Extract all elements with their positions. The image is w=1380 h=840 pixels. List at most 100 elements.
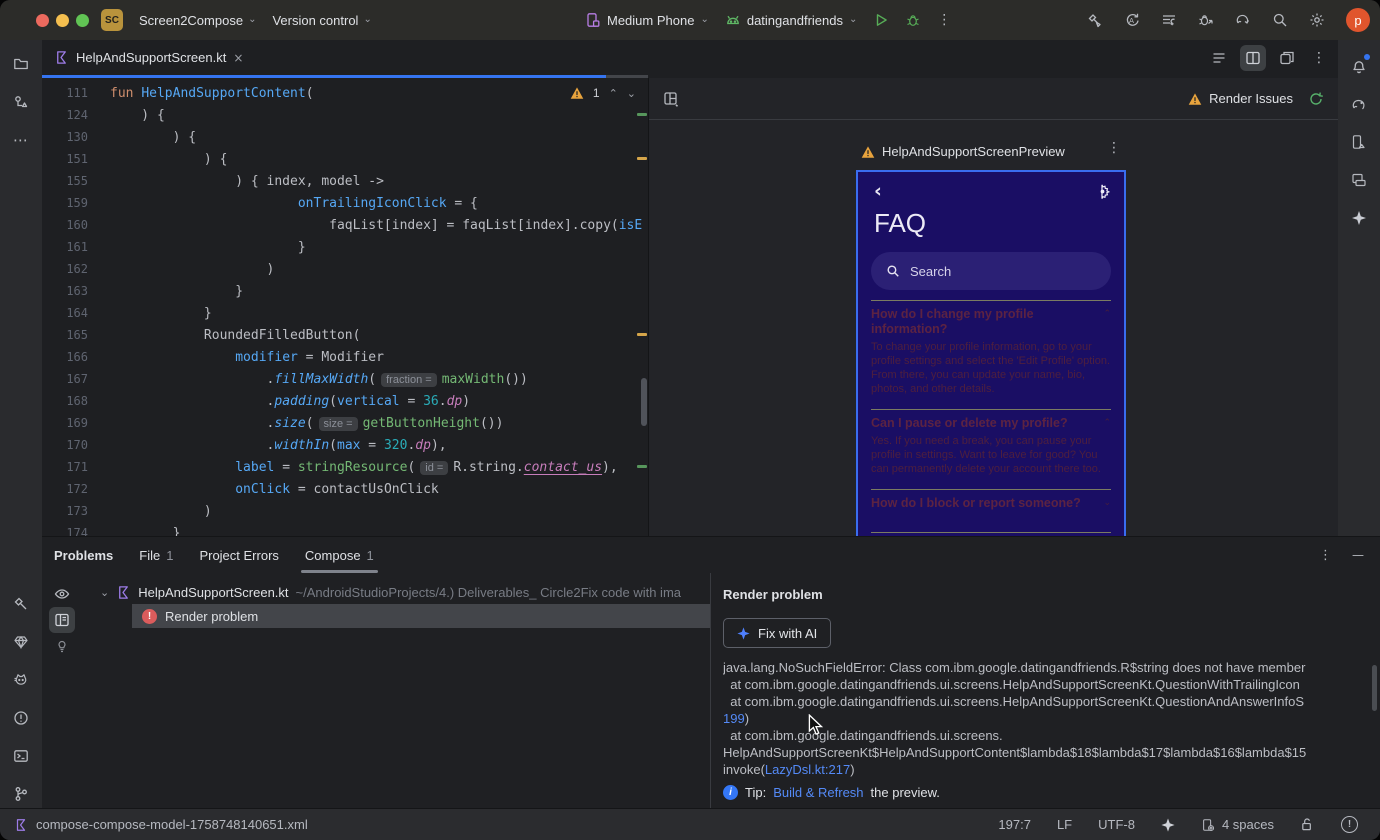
inspection-status-icon[interactable]: ! bbox=[1341, 816, 1358, 833]
tab-compose[interactable]: Compose 1 bbox=[300, 537, 378, 573]
encoding-widget[interactable]: UTF-8 bbox=[1098, 817, 1135, 832]
build-tasks-icon[interactable] bbox=[1161, 12, 1177, 28]
fix-with-ai-button[interactable]: Fix with AI bbox=[723, 618, 832, 648]
preview-canvas[interactable]: HelpAndSupportScreenPreview ⋮ ‹ FAQ Sear… bbox=[649, 120, 1338, 536]
panel-options-kebab-icon[interactable]: ⋮ bbox=[1319, 548, 1332, 563]
tab-project-errors[interactable]: Project Errors bbox=[199, 537, 278, 573]
project-tool-button[interactable] bbox=[7, 50, 35, 78]
run-more-kebab-icon[interactable]: ⋮ bbox=[937, 12, 951, 28]
prev-problem-icon[interactable]: ⌃ bbox=[609, 87, 618, 100]
preview-kebab-icon[interactable]: ⋮ bbox=[1107, 140, 1121, 156]
apply-changes-debug-icon[interactable] bbox=[1198, 12, 1214, 28]
hide-panel-icon[interactable]: — bbox=[1352, 548, 1364, 562]
lock-open-icon[interactable] bbox=[1300, 817, 1315, 832]
stripe-mark-warning[interactable] bbox=[637, 157, 647, 160]
code-line[interactable]: 170 .widthIn(max = 320.dp), bbox=[42, 434, 648, 456]
problems-tool-button[interactable] bbox=[7, 704, 35, 732]
code-line[interactable]: 166 modifier = Modifier bbox=[42, 346, 648, 368]
line-ending-widget[interactable]: LF bbox=[1057, 817, 1072, 832]
build-refresh-link[interactable]: Build & Refresh bbox=[773, 785, 863, 800]
search-icon[interactable] bbox=[1272, 12, 1288, 28]
running-devices-tool-button[interactable] bbox=[1345, 166, 1373, 194]
code-line[interactable]: 169 .size(size = getButtonHeight()) bbox=[42, 412, 648, 434]
debug-button[interactable] bbox=[905, 12, 921, 28]
stripe-mark-warning[interactable] bbox=[637, 333, 647, 336]
code-line[interactable]: 161 } bbox=[42, 236, 648, 258]
user-avatar[interactable]: p bbox=[1346, 8, 1370, 32]
render-problem-row[interactable]: ! Render problem bbox=[132, 604, 710, 628]
build-icon[interactable] bbox=[1087, 12, 1103, 28]
split-editor-button[interactable] bbox=[1240, 45, 1266, 71]
logcat-tool-button[interactable] bbox=[7, 666, 35, 694]
gradle-sync-icon[interactable] bbox=[1235, 12, 1251, 28]
code-line[interactable]: 151 ) { bbox=[42, 148, 648, 170]
code-line[interactable]: 163 } bbox=[42, 280, 648, 302]
gemini-tool-button[interactable] bbox=[1345, 204, 1373, 232]
render-issues-label[interactable]: Render Issues bbox=[1209, 91, 1293, 106]
project-widget[interactable]: Screen2Compose ⌄ bbox=[139, 13, 256, 28]
problem-file-row[interactable]: ⌄ HelpAndSupportScreen.kt ~/AndroidStudi… bbox=[82, 580, 710, 604]
editor-scrollbar[interactable] bbox=[641, 378, 647, 426]
detail-scrollbar[interactable] bbox=[1372, 665, 1377, 711]
settings-gear-icon[interactable] bbox=[1309, 12, 1325, 28]
refresh-icon[interactable] bbox=[1308, 91, 1324, 107]
preview-frame[interactable]: ‹ FAQ Search How do I change my profile … bbox=[856, 170, 1126, 536]
open-details-button[interactable] bbox=[49, 607, 75, 633]
stripe-mark-ok[interactable] bbox=[637, 113, 647, 116]
preview-layout-icon[interactable] bbox=[663, 91, 679, 107]
resource-manager-tool-button[interactable] bbox=[7, 88, 35, 116]
stripe-mark-ok[interactable] bbox=[637, 465, 647, 468]
code-line[interactable]: 168 .padding(vertical = 36.dp) bbox=[42, 390, 648, 412]
code-line[interactable]: 162 ) bbox=[42, 258, 648, 280]
app-quality-insights-tool-button[interactable] bbox=[7, 628, 35, 656]
zoom-window-button[interactable] bbox=[76, 13, 89, 27]
preview-problem-button[interactable] bbox=[49, 581, 75, 607]
code-line[interactable]: 172 onClick = contactUsOnClick bbox=[42, 478, 648, 500]
code-editor[interactable]: 111 fun HelpAndSupportContent(124 ) {130 … bbox=[42, 78, 649, 536]
gradle-tool-button[interactable] bbox=[1345, 90, 1373, 118]
code-line[interactable]: 171 label = stringResource(id = R.string.… bbox=[42, 456, 648, 478]
code-line[interactable]: 174 } bbox=[42, 522, 648, 537]
quick-fix-button[interactable] bbox=[49, 633, 75, 659]
close-window-button[interactable] bbox=[36, 13, 49, 27]
run-config-selector[interactable]: datingandfriends ⌄ bbox=[725, 12, 857, 28]
minimize-window-button[interactable] bbox=[56, 13, 69, 27]
code-line[interactable]: 167 .fillMaxWidth(fraction = maxWidth()) bbox=[42, 368, 648, 390]
more-tool-windows-button[interactable]: ⋯ bbox=[7, 126, 35, 154]
ai-status-sparkle-icon[interactable] bbox=[1161, 817, 1175, 832]
code-line[interactable]: 124 ) { bbox=[42, 104, 648, 126]
tree-chevron-icon[interactable]: ⌄ bbox=[100, 586, 109, 599]
code-line[interactable]: 173 ) bbox=[42, 500, 648, 522]
apply-changes-icon[interactable]: A bbox=[1124, 12, 1140, 28]
code-line[interactable]: 164 } bbox=[42, 302, 648, 324]
inspections-widget[interactable]: 1 ⌃ ⌄ bbox=[569, 86, 636, 100]
terminal-tool-button[interactable] bbox=[7, 742, 35, 770]
next-problem-icon[interactable]: ⌄ bbox=[627, 87, 636, 100]
version-control-tool-button[interactable] bbox=[7, 780, 35, 808]
vcs-widget[interactable]: Version control ⌄ bbox=[272, 13, 371, 28]
close-tab-icon[interactable]: × bbox=[233, 51, 243, 65]
caret-position-widget[interactable]: 197:7 bbox=[998, 817, 1031, 832]
code-line[interactable]: 159 onTrailingIconClick = { bbox=[42, 192, 648, 214]
device-selector[interactable]: Medium Phone ⌄ bbox=[585, 12, 709, 28]
code-line[interactable]: 160 faqList[index] = faqList[index].copy… bbox=[42, 214, 648, 236]
detach-editor-button[interactable] bbox=[1274, 45, 1300, 71]
trace-link[interactable]: 199 bbox=[723, 711, 745, 726]
device-manager-tool-button[interactable] bbox=[1345, 128, 1373, 156]
code-line[interactable]: 111 fun HelpAndSupportContent( bbox=[42, 82, 648, 104]
trace-link[interactable]: LazyDsl.kt:217 bbox=[765, 762, 850, 777]
code-line[interactable]: 155 ) { index, model -> bbox=[42, 170, 648, 192]
tab-file[interactable]: File 1 bbox=[139, 537, 173, 573]
editor-more-kebab-icon[interactable]: ⋮ bbox=[1308, 50, 1330, 66]
code-line[interactable]: 165 RoundedFilledButton( bbox=[42, 324, 648, 346]
notifications-button[interactable] bbox=[1345, 52, 1373, 80]
code-line[interactable]: 130 ) { bbox=[42, 126, 648, 148]
editor-list-button[interactable] bbox=[1206, 45, 1232, 71]
editor-tab[interactable]: HelpAndSupportScreen.kt × bbox=[42, 40, 255, 75]
preview-name-row[interactable]: HelpAndSupportScreenPreview bbox=[861, 144, 1065, 159]
build-tool-button[interactable] bbox=[7, 590, 35, 618]
code-area[interactable]: 111 fun HelpAndSupportContent(124 ) {130 … bbox=[42, 78, 648, 537]
status-file-widget[interactable]: compose-compose-model-1758748140651.xml bbox=[14, 817, 308, 832]
indent-widget[interactable]: 4 spaces bbox=[1201, 817, 1274, 832]
run-button[interactable] bbox=[873, 12, 889, 28]
